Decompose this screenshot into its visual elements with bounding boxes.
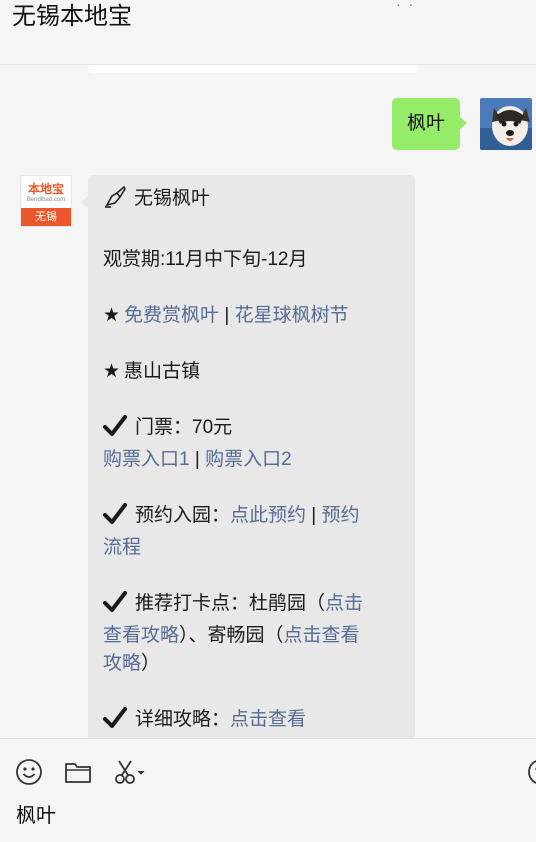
jichang-guide-link-cont[interactable]: 攻略 <box>103 653 141 674</box>
separator: | <box>306 505 322 526</box>
spots-mid: ）、寄畅园（ <box>179 625 284 646</box>
guide-link[interactable]: 点击查看 <box>230 709 306 730</box>
place-row: ★ 惠山古镇 <box>103 358 399 386</box>
guide-label: 详细攻略： <box>135 709 231 730</box>
separator: | <box>189 449 206 470</box>
ticket-link-1[interactable]: 购票入口1 <box>103 449 190 470</box>
message-input[interactable]: 枫叶 <box>16 803 56 829</box>
star-icon: ★ <box>103 305 121 326</box>
emoji-icon[interactable] <box>14 757 44 787</box>
checkmark-icon <box>103 707 127 738</box>
logo-text: 本地宝 <box>27 182 64 196</box>
spots-row: 推荐打卡点：杜鹃园（点击 查看攻略）、寄畅园（点击查看 攻略） <box>103 590 399 678</box>
ticket-row: 门票：70元 <box>103 414 399 446</box>
reserve-link[interactable]: 点此预约 <box>230 505 306 526</box>
spots-suffix: ） <box>141 653 161 674</box>
reserve-label: 预约入园： <box>135 505 231 526</box>
emoji-right-icon[interactable] <box>526 757 536 787</box>
message-heading: 无锡枫叶 <box>103 185 399 218</box>
season-text: 观赏期:11月中下旬-12月 <box>103 249 308 270</box>
logo-city: 无锡 <box>21 208 71 226</box>
bendibao-avatar[interactable]: 本地宝 Bendibao.com 无锡 <box>20 175 72 227</box>
spots-prefix: 推荐打卡点：杜鹃园（ <box>135 593 326 614</box>
free-maple-link[interactable]: 免费赏枫叶 <box>124 305 219 326</box>
ticket-label: 门票：70元 <box>135 417 233 438</box>
writing-hand-icon <box>103 185 127 218</box>
separator: | <box>219 305 235 326</box>
place-name: 惠山古镇 <box>124 361 201 382</box>
checkmark-icon <box>103 503 127 534</box>
checkmark-icon <box>103 415 127 446</box>
jichang-guide-link[interactable]: 点击查看 <box>284 625 360 646</box>
input-toolbar: 枫叶 <box>0 738 536 842</box>
links-row: ★ 免费赏枫叶 | 花星球枫树节 <box>103 302 399 330</box>
dog-avatar-image <box>480 98 532 150</box>
incoming-message-bubble: 无锡枫叶 观赏期:11月中下旬-12月 ★ 免费赏枫叶 | 花星球枫树节 ★ 惠山古… <box>81 175 415 738</box>
message-list[interactable]: 枫叶 本地宝 Bendibao.com 无锡 无锡枫叶 观赏期:11月中下旬-1… <box>0 65 536 738</box>
star-icon: ★ <box>103 361 121 382</box>
user-avatar[interactable] <box>480 98 532 150</box>
reserve-row: 预约入园：点此预约 | 预约流程 <box>103 502 399 562</box>
reserve-process-link-cont[interactable]: 流程 <box>103 537 141 558</box>
maple-festival-link[interactable]: 花星球枫树节 <box>235 305 349 326</box>
azalea-guide-link-cont[interactable]: 查看攻略 <box>103 625 179 646</box>
outgoing-message-bubble[interactable]: 枫叶 <box>392 98 468 150</box>
reserve-process-link[interactable]: 预约 <box>322 505 360 526</box>
folder-icon[interactable] <box>63 757 93 787</box>
chat-title: 无锡本地宝 <box>12 3 132 30</box>
scissors-icon[interactable] <box>112 757 146 787</box>
more-icon[interactable]: · · <box>396 0 415 12</box>
ticket-links: 购票入口1 | 购票入口2 <box>103 446 399 474</box>
guide-row: 详细攻略：点击查看 <box>103 706 399 738</box>
chat-header: 无锡本地宝 · · <box>0 0 536 65</box>
previous-message-bubble <box>88 65 418 73</box>
ticket-link-2[interactable]: 购票入口2 <box>205 449 292 470</box>
heading-text: 无锡枫叶 <box>134 188 211 209</box>
azalea-guide-link[interactable]: 点击 <box>325 593 363 614</box>
logo-subtext: Bendibao.com <box>26 197 66 203</box>
checkmark-icon <box>103 591 127 622</box>
